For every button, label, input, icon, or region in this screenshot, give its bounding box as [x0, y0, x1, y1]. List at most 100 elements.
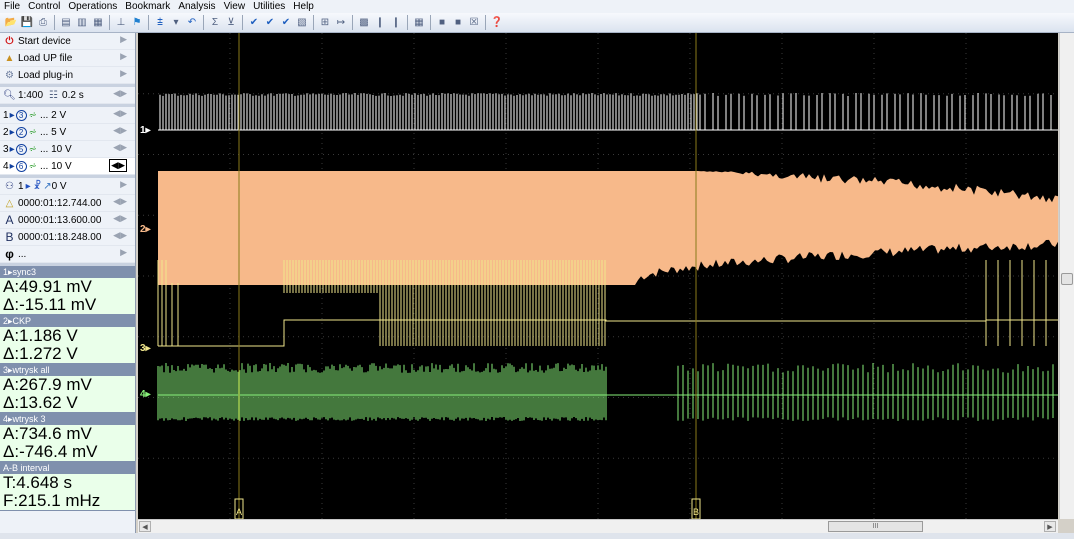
toolbar-separator [352, 15, 353, 30]
chevron-right-icon: ▶ [120, 68, 127, 78]
cursor-b-marker: B [693, 507, 699, 517]
flag-icon[interactable]: ⚑ [130, 16, 144, 30]
save-icon[interactable]: 💾 [20, 16, 34, 30]
stepper-icon[interactable]: ◀▶ [113, 125, 127, 136]
bars-icon[interactable]: ❙ [373, 16, 387, 30]
trigger-icon[interactable]: ⩲ [153, 16, 167, 30]
chevron-right-icon: ▶ [120, 247, 127, 257]
measurement-delta-value: F:215.1 mHz [3, 491, 101, 510]
scroll-right-icon[interactable]: ▶ [1044, 521, 1056, 532]
channel-1-label: 1▸ [140, 125, 152, 136]
toolbar-separator [407, 15, 408, 30]
menu-view[interactable]: View [220, 0, 250, 13]
channel-arrow-icon: ▸ [9, 160, 15, 172]
coupling-icon: ⩫ [28, 160, 37, 172]
stepper-icon[interactable]: ◀▶ [113, 142, 127, 153]
export-icon[interactable]: ↦ [334, 16, 348, 30]
channel-row-2[interactable]: 2 ▸ 2 ⩫... 5 V ◀▶ [0, 124, 135, 141]
channel-3-label: 3▸ [140, 343, 152, 354]
horizontal-scrollbar[interactable]: ◀ III ▶ [138, 519, 1058, 533]
check3-icon[interactable]: ✔ [279, 16, 293, 30]
coupling-icon: ⩫ [28, 143, 37, 155]
chart-icon[interactable]: ▦ [412, 16, 426, 30]
chevron-right-icon: ▶ [120, 51, 127, 61]
measurement-a-value: T:4.648 s [3, 473, 72, 492]
cursor-b-value: 0000:01:18.248.00 [18, 231, 102, 243]
menu-utilities[interactable]: Utilities [249, 0, 289, 13]
zoom-icon: 🔍︎ [3, 89, 16, 101]
trigger-dd-icon[interactable]: ▾ [169, 16, 183, 30]
measurement-block: A:734.6 mV Δ:-746.4 mV [0, 425, 135, 462]
load-up-file-item[interactable]: ▲ Load UP file ▶ [0, 50, 135, 67]
measurement-delta-value: Δ:-746.4 mV [3, 442, 98, 461]
channel-scale: ... 10 V [39, 160, 72, 172]
menu-file[interactable]: File [0, 0, 24, 13]
measurement-block: A:1.186 V Δ:1.272 V [0, 327, 135, 364]
menu-help[interactable]: Help [289, 0, 318, 13]
trigger-time-row[interactable]: △ 0000:01:12.744.00 ◀▶ [0, 195, 135, 212]
bars2-icon[interactable]: ❙ [389, 16, 403, 30]
channel-row-4[interactable]: 4 ▸ 6 ⩫... 10 V ◀▶ [0, 158, 135, 175]
grid-icon[interactable]: ⊞ [318, 16, 332, 30]
coupling-icon: ⩫ [28, 109, 37, 121]
channel-arrow-icon: ▸ [9, 109, 15, 121]
stepper-icon[interactable]: ◀▶ [113, 108, 127, 119]
print-icon[interactable]: ⎙ [36, 16, 50, 30]
menu-bookmark[interactable]: Bookmark [121, 0, 174, 13]
scan-icon[interactable]: ▩ [357, 16, 371, 30]
measurement-a-value: A:49.91 mV [3, 277, 92, 296]
check2-icon[interactable]: ✔ [263, 16, 277, 30]
horizontal-scroll-thumb[interactable]: III [828, 521, 923, 532]
timebase-row[interactable]: 🔍︎ 1:400 ☷ 0.2 s ◀▶ [0, 87, 135, 104]
check-icon[interactable]: ✔ [247, 16, 261, 30]
trigger-row[interactable]: ⚇ 1 ▸ ☧ ↗ 0 V ▶ [0, 178, 135, 195]
sq2-icon[interactable]: ■ [451, 16, 465, 30]
phi-icon: φ [5, 247, 14, 261]
cursor-a-icon: A [5, 213, 14, 227]
trigger-icon: ⚇ [5, 180, 14, 192]
cursor-icon[interactable]: ⊥ [114, 16, 128, 30]
cursor-a-marker: A [236, 507, 242, 517]
trigger-level: 0 V [51, 180, 67, 192]
cursor-a-value: 0000:01:13.600.00 [18, 214, 102, 226]
vertical-scrollbar[interactable] [1059, 33, 1074, 519]
trigger-arrow-icon: ▸ ☧ [25, 180, 42, 192]
oscilloscope-plot[interactable]: A B 1▸ 2▸ 3▸ 4▸ [138, 33, 1058, 519]
channel-number: 2 [3, 126, 9, 138]
layout-2-icon[interactable]: ▥ [75, 16, 89, 30]
sq1-icon[interactable]: ■ [435, 16, 449, 30]
layout-1-icon[interactable]: ▤ [59, 16, 73, 30]
folder-run-icon: ▲ [4, 52, 15, 64]
menu-analysis[interactable]: Analysis [174, 0, 219, 13]
undo-icon[interactable]: ↶ [185, 16, 199, 30]
stepper-icon: ◀▶ [113, 196, 127, 206]
start-device-item[interactable]: ⏻ Start device ▶ [0, 33, 135, 50]
open-icon[interactable]: 📂 [4, 16, 18, 30]
help-icon[interactable]: ❓ [490, 16, 504, 30]
channel-number: 3 [3, 143, 9, 155]
math-icon[interactable]: Σ [208, 16, 222, 30]
load-plugin-item[interactable]: ⚙ Load plug-in ▶ [0, 67, 135, 84]
channel-row-3[interactable]: 3 ▸ 5 ⩫... 10 V ◀▶ [0, 141, 135, 158]
cursor-a-row[interactable]: A 0000:01:13.600.00 ◀▶ [0, 212, 135, 229]
channel-number: 1 [3, 109, 9, 121]
menu-control[interactable]: Control [24, 0, 64, 13]
menu-operations[interactable]: Operations [64, 0, 121, 13]
probe-icon: 2 [15, 126, 27, 138]
doc-icon[interactable]: ▧ [295, 16, 309, 30]
menu-bar: File Control Operations Bookmark Analysis Vie… [0, 0, 1074, 13]
measurement-a-value: A:734.6 mV [3, 424, 92, 443]
vertical-scroll-thumb[interactable] [1061, 273, 1073, 285]
x-icon[interactable]: ☒ [467, 16, 481, 30]
phase-row[interactable]: φ ... ▶ [0, 246, 135, 263]
measurement-block: T:4.648 s F:215.1 mHz [0, 474, 135, 511]
layout-3-icon[interactable]: ▦ [91, 16, 105, 30]
filter-icon[interactable]: ⊻ [224, 16, 238, 30]
cursor-b-row[interactable]: B 0000:01:18.248.00 ◀▶ [0, 229, 135, 246]
stepper-active-icon[interactable]: ◀▶ [109, 159, 127, 172]
channel-4-label: 4▸ [140, 389, 152, 400]
scroll-left-icon[interactable]: ◀ [139, 521, 151, 532]
toolbar-separator [485, 15, 486, 30]
measurement-block: A:267.9 mV Δ:13.62 V [0, 376, 135, 413]
channel-row-1[interactable]: 1 ▸ 3 ⩫... 2 V ◀▶ [0, 107, 135, 124]
